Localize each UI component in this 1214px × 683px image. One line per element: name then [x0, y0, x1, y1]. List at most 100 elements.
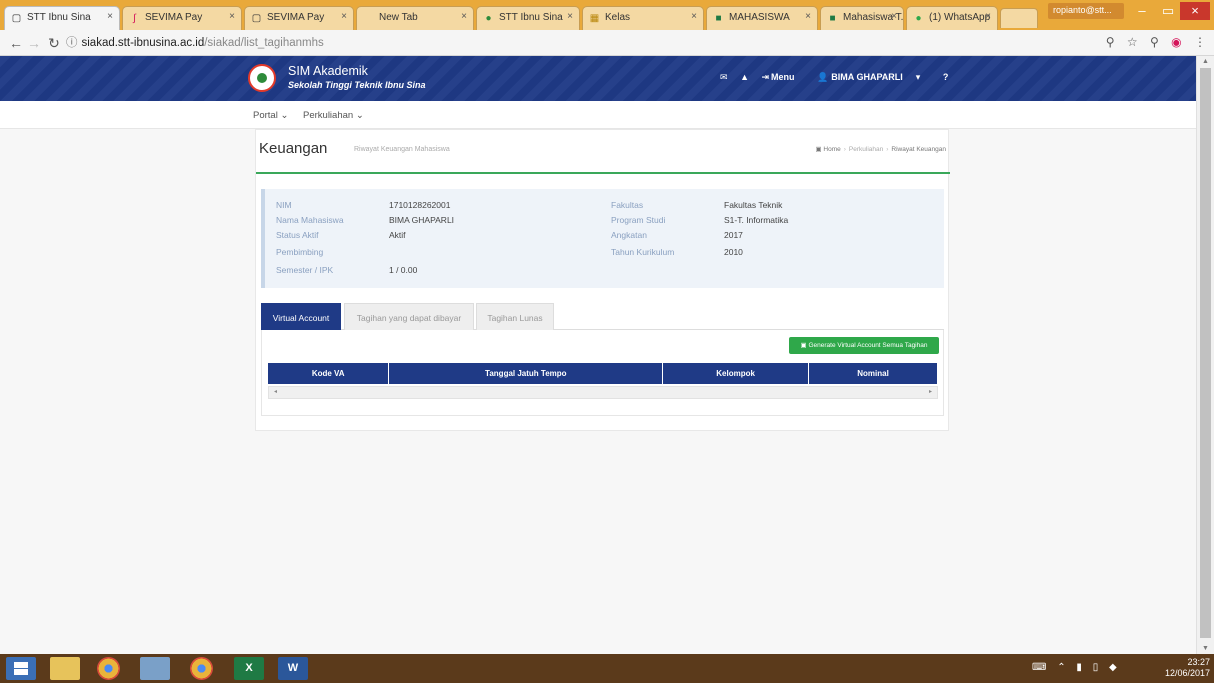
browser-tab-strip: ▢ STT Ibnu Sina × ∫ SEVIMA Pay × ▢ SEVIM…	[0, 0, 1214, 30]
scroll-up-icon[interactable]: ▲	[1202, 58, 1209, 65]
close-icon[interactable]: ×	[891, 11, 897, 22]
system-tray: ⌨ ⌃ ▮ ▯ ◆	[1032, 662, 1125, 673]
student-info-box: NIM 1710128262001 Nama Mahasiswa BIMA GH…	[261, 189, 944, 288]
page-scrollbar[interactable]: ▲ ▼	[1196, 56, 1214, 654]
file-explorer-icon[interactable]	[50, 657, 80, 680]
nav-perkuliahan[interactable]: Perkuliahan ⌄	[303, 110, 364, 121]
battery-icon[interactable]: ▯	[1093, 662, 1099, 673]
site-title[interactable]: SIM Akademik	[288, 64, 368, 78]
browser-tab-sevima-pay[interactable]: ∫ SEVIMA Pay ×	[122, 6, 242, 30]
browser-tab-kelas[interactable]: ▦ Kelas ×	[582, 6, 704, 30]
reload-icon[interactable]: ↻	[46, 35, 62, 51]
browser-tab-stt-ibnu-sina-2[interactable]: ● STT Ibnu Sina ×	[476, 6, 580, 30]
search-icon[interactable]: ⚲	[1150, 35, 1159, 49]
minimize-icon[interactable]: –	[1128, 2, 1156, 20]
close-icon[interactable]: ×	[805, 11, 811, 22]
menu-link[interactable]: ⇥ Menu	[762, 72, 805, 82]
drive-icon[interactable]: ◆	[1109, 662, 1117, 673]
browser-tab-new-tab[interactable]: New Tab ×	[356, 6, 474, 30]
browser-tab-whatsapp[interactable]: ● (1) WhatsApp ×	[906, 6, 998, 30]
page-icon: ▢	[11, 13, 22, 24]
close-window-icon[interactable]: ×	[1180, 2, 1210, 20]
scroll-down-icon[interactable]: ▼	[1202, 645, 1209, 652]
caret-down-icon: ▾	[915, 72, 921, 82]
word-icon[interactable]: W	[278, 657, 308, 680]
scroll-right-icon[interactable]: ▸	[929, 388, 932, 395]
col-kode-va[interactable]: Kode VA	[268, 363, 390, 384]
app-icon[interactable]	[140, 657, 170, 680]
chevron-down-icon: ⌄	[280, 110, 289, 121]
close-icon[interactable]: ×	[691, 11, 697, 22]
signal-icon[interactable]: ▮	[1076, 662, 1082, 673]
help-icon[interactable]: ?	[943, 72, 949, 82]
info-label-semester-ipk: Semester / IPK	[276, 265, 334, 275]
info-value-nim: 1710128262001	[389, 200, 451, 210]
school-logo[interactable]	[248, 64, 276, 92]
info-value-nama: BIMA GHAPARLI	[389, 215, 455, 225]
info-value-angkatan: 2017	[724, 230, 743, 240]
col-nominal[interactable]: Nominal	[808, 363, 938, 384]
tab-virtual-account[interactable]: Virtual Account	[261, 303, 341, 330]
profile-badge[interactable]: ropianto@stt...	[1048, 3, 1124, 19]
chrome-icon[interactable]	[97, 657, 120, 680]
tray-expand-icon[interactable]: ⌃	[1057, 662, 1065, 673]
browser-tab-stt-ibnu-sina[interactable]: ▢ STT Ibnu Sina ×	[4, 6, 120, 30]
close-icon[interactable]: ×	[107, 11, 113, 22]
forward-arrow-icon[interactable]: →	[26, 35, 42, 51]
scroll-left-icon[interactable]: ◂	[274, 388, 277, 395]
keyboard-icon[interactable]: ⌨	[1032, 662, 1046, 673]
close-icon[interactable]: ×	[229, 11, 235, 22]
extension-icon[interactable]: ◉	[1171, 35, 1181, 49]
breadcrumb-current: Riwayat Keuangan	[891, 146, 946, 153]
col-tanggal-jatuh-tempo[interactable]: Tanggal Jatuh Tempo	[388, 363, 664, 384]
page-icon: ▢	[251, 13, 262, 24]
menu-label: Menu	[771, 72, 795, 82]
header-actions: ✉ ▲ ⇥ Menu 👤 BIMA GHAPARLI ▾ ?	[720, 72, 958, 83]
dashboard-icon: ▣	[815, 146, 822, 153]
info-label-angkatan: Angkatan	[611, 230, 647, 240]
col-kelompok[interactable]: Kelompok	[662, 363, 810, 384]
breadcrumb-perkuliahan[interactable]: Perkuliahan	[849, 146, 883, 153]
close-icon[interactable]: ×	[461, 11, 467, 22]
bookmark-star-icon[interactable]: ☆	[1127, 35, 1138, 49]
info-icon[interactable]: ⓘ	[66, 37, 78, 49]
url-input[interactable]: ⓘ siakad.stt-ibnusina.ac.id/siakad/list_t…	[66, 34, 1080, 52]
browser-tab-sevima-pay-2[interactable]: ▢ SEVIMA Pay ×	[244, 6, 354, 30]
close-icon[interactable]: ×	[567, 11, 573, 22]
browser-tab-mahasiswa[interactable]: ■ MAHASISWA ×	[706, 6, 818, 30]
back-arrow-icon[interactable]: ←	[8, 35, 24, 51]
close-icon[interactable]: ×	[341, 11, 347, 22]
generate-virtual-account-button[interactable]: ▣ Generate Virtual Account Semua Tagihan	[789, 337, 939, 354]
excel-icon[interactable]: X	[234, 657, 264, 680]
grid-icon: ▦	[589, 13, 600, 24]
info-label-fakultas: Fakultas	[611, 200, 644, 210]
close-icon[interactable]: ×	[985, 11, 991, 22]
zoom-icon[interactable]: ⚲	[1106, 35, 1115, 49]
user-label: BIMA GHAPARLI	[831, 72, 903, 82]
tab-tagihan-dapat-dibayar[interactable]: Tagihan yang dapat dibayar	[344, 303, 474, 330]
site-header: SIM Akademik Sekolah Tinggi Teknik Ibnu …	[0, 56, 1196, 101]
tab-tagihan-lunas[interactable]: Tagihan Lunas	[476, 303, 554, 330]
info-label-nim: NIM	[276, 200, 292, 210]
breadcrumb-separator: ›	[843, 146, 846, 153]
page-subtitle: Riwayat Keuangan Mahasiswa	[354, 146, 450, 153]
info-value-tahun-kurikulum: 2010	[724, 247, 743, 257]
page-viewport: SIM Akademik Sekolah Tinggi Teknik Ibnu …	[0, 56, 1196, 654]
breadcrumb-separator: ›	[886, 146, 889, 153]
scroll-thumb[interactable]	[1200, 68, 1211, 638]
taskbar-clock[interactable]: 23:27 12/06/2017	[1165, 657, 1210, 679]
warning-icon[interactable]: ▲	[740, 72, 749, 82]
maximize-icon[interactable]: ▭	[1154, 2, 1182, 20]
new-tab-button[interactable]	[1000, 8, 1038, 28]
chrome-active-icon[interactable]	[190, 657, 213, 680]
table-header-row: Kode VA Tanggal Jatuh Tempo Kelompok Nom…	[268, 363, 938, 384]
mail-icon[interactable]: ✉	[720, 72, 728, 82]
breadcrumb-home[interactable]: Home	[823, 146, 840, 153]
browser-menu-icon[interactable]: ⋮	[1194, 35, 1206, 49]
nav-portal[interactable]: Portal ⌄	[253, 110, 288, 121]
user-dropdown[interactable]: 👤 BIMA GHAPARLI ▾	[817, 72, 930, 82]
info-label-status: Status Aktif	[276, 230, 319, 240]
windows-start-icon[interactable]	[6, 657, 36, 680]
browser-tab-mahasiswa-ti[interactable]: ■ Mahasiswa T.I ×	[820, 6, 904, 30]
table-horizontal-scrollbar[interactable]: ◂ ▸	[268, 386, 938, 399]
